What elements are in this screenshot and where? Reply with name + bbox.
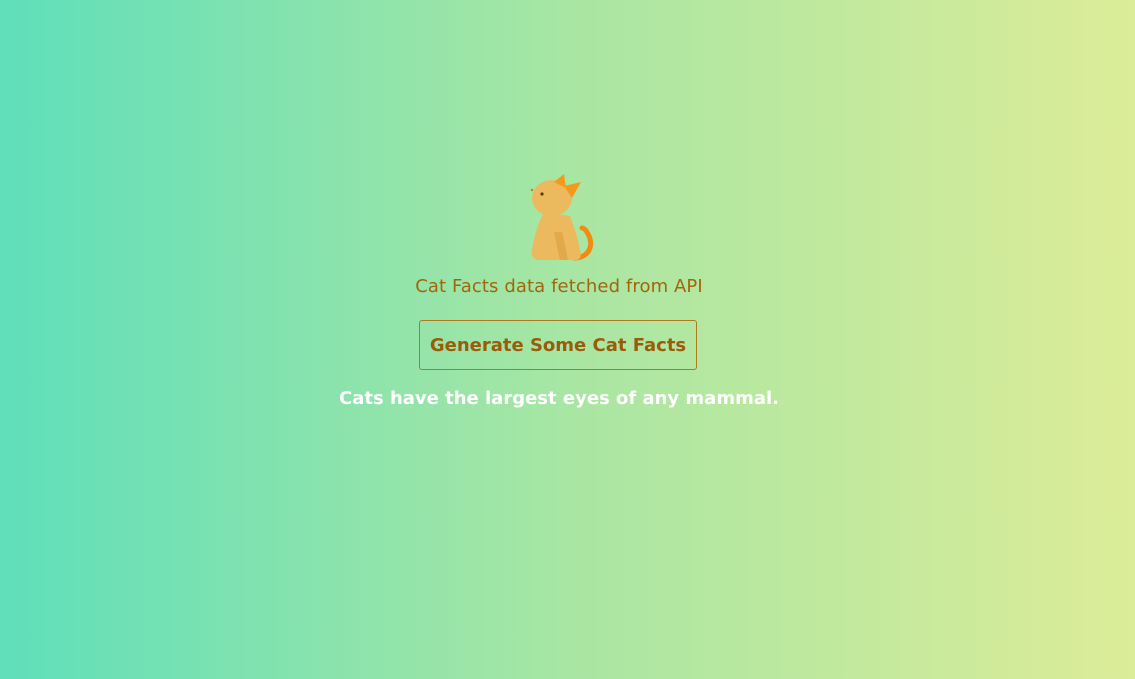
- page-subtitle: Cat Facts data fetched from API: [415, 276, 703, 297]
- app-root: Cat Facts data fetched from API Generate…: [0, 0, 1135, 679]
- generate-facts-button[interactable]: Generate Some Cat Facts: [419, 320, 697, 370]
- cat-eye: [540, 192, 544, 196]
- cat-nose: [530, 188, 534, 192]
- cat-head: [532, 180, 572, 216]
- cat-icon: [530, 174, 594, 261]
- cat-fact-text: Cats have the largest eyes of any mammal…: [339, 388, 779, 409]
